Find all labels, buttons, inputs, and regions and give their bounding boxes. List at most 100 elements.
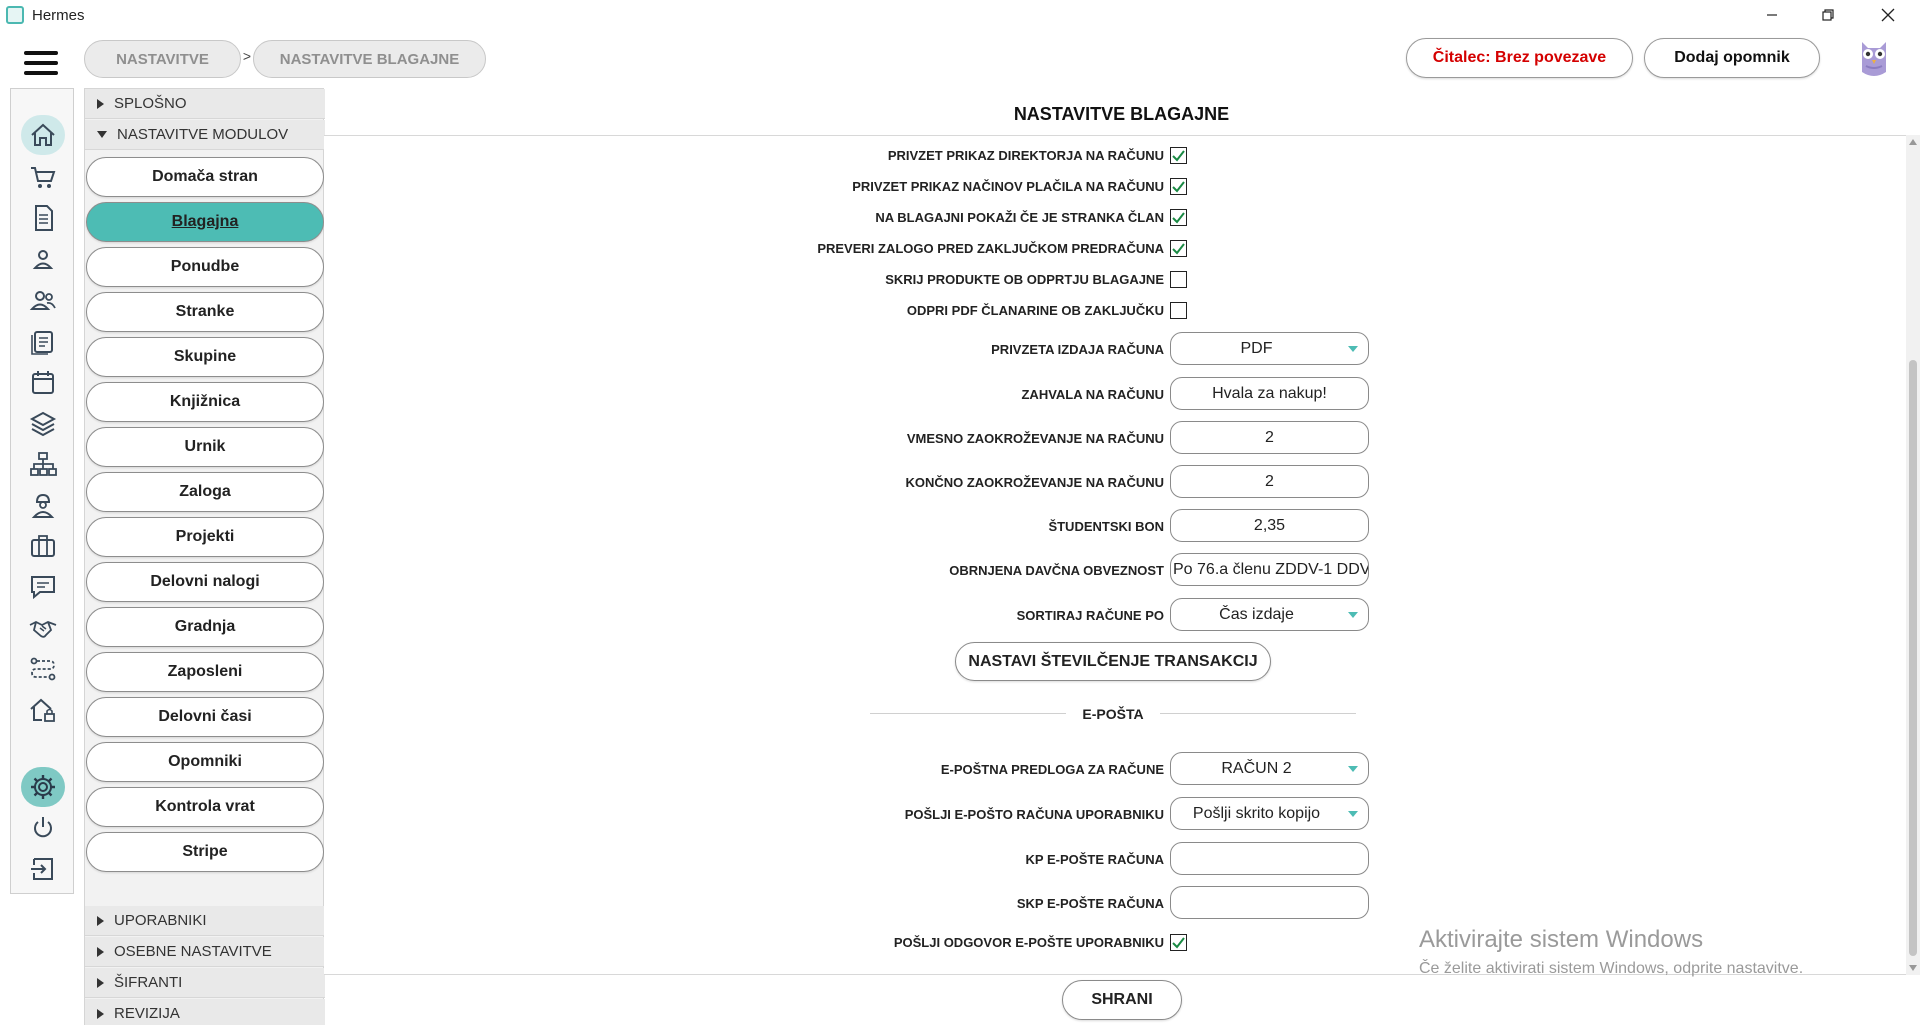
- chat-icon[interactable]: [21, 567, 65, 607]
- student-voucher-input[interactable]: 2,35: [1170, 509, 1369, 542]
- module-skupine[interactable]: Skupine: [86, 337, 324, 377]
- house-lock-icon[interactable]: [21, 690, 65, 730]
- document-icon[interactable]: [21, 198, 65, 238]
- hamburger-icon[interactable]: [24, 51, 58, 75]
- app-logo-icon: [6, 6, 24, 24]
- breadcrumb-separator: >: [242, 48, 252, 64]
- field-label: OBRNJENA DAVČNA OBVEZNOST: [949, 563, 1164, 578]
- final-rounding-input[interactable]: 2: [1170, 465, 1369, 498]
- breadcrumb-current[interactable]: NASTAVITVE BLAGAJNE: [253, 40, 486, 78]
- checkbox-open-membership-pdf[interactable]: [1170, 302, 1187, 319]
- worker-icon[interactable]: [21, 485, 65, 525]
- page-title: NASTAVITVE BLAGAJNE: [1013, 104, 1230, 124]
- field-label: VMESNO ZAOKROŽEVANJE NA RAČUNU: [906, 431, 1164, 446]
- route-icon[interactable]: [21, 649, 65, 689]
- power-icon[interactable]: [21, 808, 65, 848]
- users-icon[interactable]: [21, 280, 65, 320]
- cart-icon[interactable]: [21, 157, 65, 197]
- checkbox-show-payment-methods[interactable]: [1170, 178, 1187, 195]
- module-stranke[interactable]: Stranke: [86, 292, 324, 332]
- reverse-charge-input[interactable]: Po 76.a členu ZDDV-1 DDV n: [1170, 553, 1369, 586]
- minimize-icon[interactable]: [1744, 0, 1800, 30]
- window-title: Hermes: [32, 6, 85, 24]
- divider: [870, 713, 1066, 714]
- section-nastavitve-modulov[interactable]: NASTAVITVE MODULOV: [85, 120, 325, 150]
- cc-email-input[interactable]: [1170, 842, 1369, 875]
- email-template-select[interactable]: RAČUN 2: [1170, 752, 1369, 785]
- dropdown-caret-icon: [1348, 346, 1358, 352]
- list-icon[interactable]: [21, 321, 65, 361]
- thank-you-input[interactable]: Hvala za nakup!: [1170, 377, 1369, 410]
- hierarchy-icon[interactable]: [21, 444, 65, 484]
- logout-icon[interactable]: [21, 849, 65, 889]
- scroll-up-arrow-icon[interactable]: [1909, 139, 1917, 145]
- module-stripe[interactable]: Stripe: [86, 832, 324, 872]
- section-label: UPORABNIKI: [114, 912, 207, 929]
- settings-sidebar: SPLOŠNO NASTAVITVE MODULOV Domača stran …: [84, 88, 325, 1025]
- send-email-select[interactable]: Pošlji skrito kopijo: [1170, 797, 1369, 830]
- section-revizija[interactable]: REVIZIJA: [85, 999, 325, 1025]
- field-label: KONČNO ZAOKROŽEVANJE NA RAČUNU: [905, 475, 1164, 490]
- field-label: E-POŠTNA PREDLOGA ZA RAČUNE: [940, 762, 1164, 777]
- app-window: Hermes NASTAVITVE > NASTAVITVE BLAGAJNE …: [0, 0, 1920, 1025]
- section-label: REVIZIJA: [114, 1005, 180, 1022]
- sort-invoices-select[interactable]: Čas izdaje: [1170, 598, 1369, 631]
- module-domaca-stran[interactable]: Domača stran: [86, 157, 324, 197]
- transaction-numbering-button[interactable]: NASTAVI ŠTEVILČENJE TRANSAKCIJ: [955, 642, 1271, 681]
- invoice-issue-select[interactable]: PDF: [1170, 332, 1369, 365]
- module-ponudbe[interactable]: Ponudbe: [86, 247, 324, 287]
- briefcase-icon[interactable]: [21, 526, 65, 566]
- section-sifranti[interactable]: ŠIFRANTI: [85, 968, 325, 998]
- module-blagajna[interactable]: Blagajna: [86, 202, 324, 242]
- close-icon[interactable]: [1860, 0, 1916, 30]
- module-knjiznica[interactable]: Knjižnica: [86, 382, 324, 422]
- dropdown-caret-icon: [1348, 612, 1358, 618]
- checkbox-send-email-reply[interactable]: [1170, 934, 1187, 951]
- section-osebne-nastavitve[interactable]: OSEBNE NASTAVITVE: [85, 937, 325, 967]
- handshake-icon[interactable]: [21, 608, 65, 648]
- scroll-down-arrow-icon[interactable]: [1909, 965, 1917, 971]
- add-reminder-button[interactable]: Dodaj opomnik: [1644, 38, 1820, 78]
- user-icon[interactable]: [21, 239, 65, 279]
- checkbox-hide-products[interactable]: [1170, 271, 1187, 288]
- settings-panel: [324, 135, 1906, 975]
- home-icon[interactable]: [21, 115, 65, 155]
- checkbox-check-stock[interactable]: [1170, 240, 1187, 257]
- module-delovni-nalogi[interactable]: Delovni nalogi: [86, 562, 324, 602]
- checkbox-show-director[interactable]: [1170, 147, 1187, 164]
- reader-status-button[interactable]: Čitalec: Brez povezave: [1406, 38, 1633, 78]
- checkbox-show-member[interactable]: [1170, 209, 1187, 226]
- calendar-icon[interactable]: [21, 362, 65, 402]
- section-label: OSEBNE NASTAVITVE: [114, 943, 272, 960]
- expand-arrow-icon: [97, 946, 104, 957]
- title-bar: Hermes: [0, 0, 1920, 30]
- save-button[interactable]: SHRANI: [1062, 980, 1182, 1020]
- field-label: POŠLJI E-POŠTO RAČUNA UPORABNIKU: [904, 807, 1164, 822]
- bcc-email-input[interactable]: [1170, 886, 1369, 919]
- restore-icon[interactable]: [1800, 0, 1856, 30]
- module-projekti[interactable]: Projekti: [86, 517, 324, 557]
- vertical-scrollbar[interactable]: [1906, 135, 1920, 975]
- section-label: NASTAVITVE MODULOV: [117, 126, 289, 143]
- section-uporabniki[interactable]: UPORABNIKI: [85, 906, 325, 936]
- module-kontrola-vrat[interactable]: Kontrola vrat: [86, 787, 324, 827]
- owl-mascot-icon[interactable]: [1854, 36, 1894, 80]
- windows-activation-title: Aktivirajte sistem Windows: [1419, 926, 1704, 953]
- module-delovni-casi[interactable]: Delovni časi: [86, 697, 324, 737]
- module-zaloga[interactable]: Zaloga: [86, 472, 324, 512]
- section-splosno[interactable]: SPLOŠNO: [85, 89, 325, 119]
- scroll-thumb[interactable]: [1909, 360, 1917, 956]
- module-urnik[interactable]: Urnik: [86, 427, 324, 467]
- field-label: ZAHVALA NA RAČUNU: [1021, 387, 1164, 402]
- module-opomniki[interactable]: Opomniki: [86, 742, 324, 782]
- field-label: SORTIRAJ RAČUNE PO: [1016, 608, 1164, 623]
- breadcrumb-nastavitve[interactable]: NASTAVITVE: [84, 40, 241, 78]
- select-value: Čas izdaje: [1219, 605, 1294, 623]
- layers-icon[interactable]: [21, 403, 65, 443]
- select-value: PDF: [1240, 339, 1273, 357]
- module-zaposleni[interactable]: Zaposleni: [86, 652, 324, 692]
- module-gradnja[interactable]: Gradnja: [86, 607, 324, 647]
- settings-icon[interactable]: [21, 767, 65, 807]
- intermediate-rounding-input[interactable]: 2: [1170, 421, 1369, 454]
- expand-arrow-icon: [97, 1008, 104, 1019]
